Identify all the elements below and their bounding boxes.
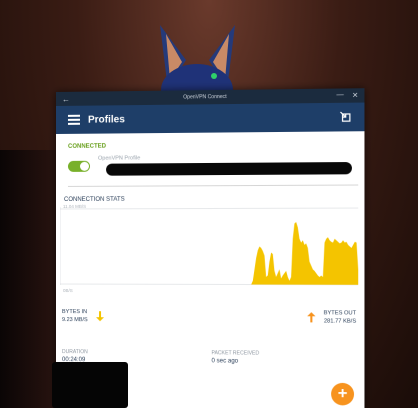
bytes-in-label: BYTES IN: [61, 309, 88, 316]
chart-y-min-label: 0B/S: [62, 288, 73, 294]
connection-toggle[interactable]: [67, 160, 91, 172]
profile-server-redacted: [106, 162, 352, 176]
bytes-out-label: BYTES OUT: [323, 310, 357, 317]
back-arrow-icon[interactable]: ←: [62, 94, 76, 103]
hamburger-icon[interactable]: [67, 114, 80, 125]
traffic-area-series: [59, 221, 359, 285]
packet-received-label: PACKET RECEIVED: [211, 350, 260, 357]
bytes-in-value: 9.23 MB/S: [61, 317, 88, 324]
page-title: Profiles: [88, 113, 125, 126]
profile-row: OpenVPN Profile: [67, 154, 352, 176]
arrow-down-icon: [95, 311, 104, 322]
divider: [67, 184, 359, 187]
connection-status-label: CONNECTED: [67, 143, 107, 150]
import-profile-icon[interactable]: [339, 111, 352, 123]
duration-label: DURATION: [61, 349, 88, 356]
background-character: [150, 20, 245, 116]
connection-stats-label: CONNECTION STATS: [63, 196, 125, 203]
add-profile-button[interactable]: +: [331, 382, 355, 406]
app-bar: Profiles: [56, 102, 365, 134]
profile-title: OpenVPN Profile: [98, 155, 141, 162]
chart-top-gridline: [60, 208, 358, 209]
bytes-row: BYTES IN 9.23 MB/S BYTES OUT 281.77 KB/S: [62, 309, 356, 325]
redacted-area: [52, 362, 128, 408]
bytes-in: BYTES IN 9.23 MB/S: [62, 309, 106, 323]
chart-y-max-label: 11.04 MB/S: [62, 203, 87, 209]
openvpn-window: ← OpenVPN Connect — ✕ Profiles CONNECTED…: [56, 88, 365, 408]
arrow-up-icon: [307, 312, 316, 323]
traffic-chart: 11.04 MB/S 0B/S: [59, 203, 359, 293]
window-title: OpenVPN Connect: [183, 93, 227, 101]
close-icon[interactable]: ✕: [352, 91, 358, 99]
bytes-out: BYTES OUT 281.77 KB/S: [305, 310, 356, 325]
minimize-icon[interactable]: —: [336, 92, 343, 100]
packet-received-value: 0 sec ago: [211, 358, 239, 365]
bytes-out-value: 281.77 KB/S: [323, 318, 357, 325]
background-shadow: [0, 150, 60, 408]
